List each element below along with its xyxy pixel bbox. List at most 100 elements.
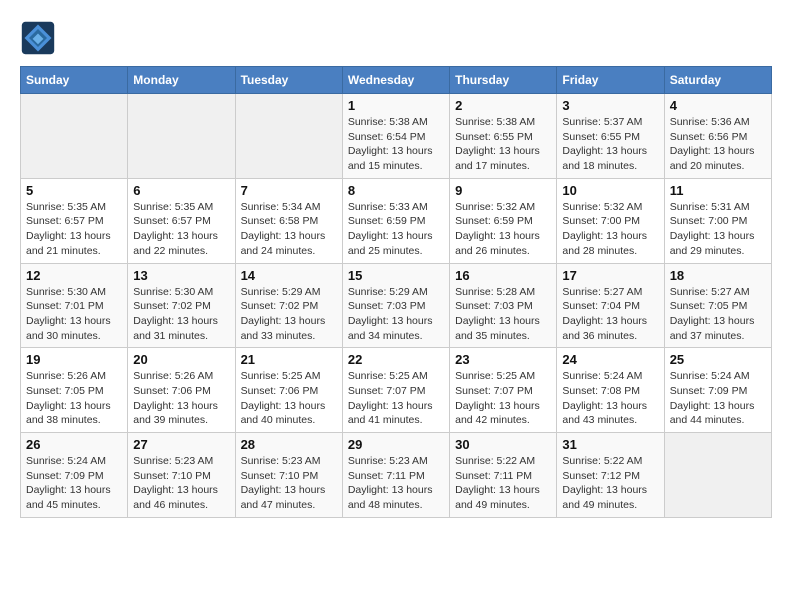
day-cell: 5 Sunrise: 5:35 AM Sunset: 6:57 PM Daylig… <box>21 178 128 263</box>
day-number: 30 <box>455 437 551 452</box>
day-cell: 3 Sunrise: 5:37 AM Sunset: 6:55 PM Daylig… <box>557 94 664 179</box>
day-cell: 11Sunrise: 5:31 AM Sunset: 7:00 PM Dayli… <box>664 178 771 263</box>
day-info: Sunrise: 5:32 AM Sunset: 7:00 PM Dayligh… <box>562 200 658 259</box>
day-cell: 10 Sunrise: 5:32 AM Sunset: 7:00 PM Dayli… <box>557 178 664 263</box>
column-header-sunday: Sunday <box>21 67 128 94</box>
day-cell: 17 Sunrise: 5:27 AM Sunset: 7:04 PM Dayli… <box>557 263 664 348</box>
day-info: Sunrise: 5:25 AM Sunset: 7:06 PM Dayligh… <box>241 369 337 428</box>
day-info: Sunrise: 5:24 AM Sunset: 7:08 PM Dayligh… <box>562 369 658 428</box>
day-cell: 4 Sunrise: 5:36 AM Sunset: 6:56 PM Daylig… <box>664 94 771 179</box>
day-cell: 29 Sunrise: 5:23 AM Sunset: 7:11 PM Dayli… <box>342 433 449 518</box>
day-info: Sunrise: 5:30 AM Sunset: 7:02 PM Dayligh… <box>133 285 229 344</box>
day-number: 1 <box>348 98 444 113</box>
day-number: 28 <box>241 437 337 452</box>
day-cell: 27 Sunrise: 5:23 AM Sunset: 7:10 PM Dayli… <box>128 433 235 518</box>
week-row-1: 1 Sunrise: 5:38 AM Sunset: 6:54 PM Daylig… <box>21 94 772 179</box>
day-number: 5 <box>26 183 122 198</box>
day-cell: 21 Sunrise: 5:25 AM Sunset: 7:06 PM Dayli… <box>235 348 342 433</box>
day-cell: 12 Sunrise: 5:30 AM Sunset: 7:01 PM Dayli… <box>21 263 128 348</box>
day-info: Sunrise: 5:29 AM Sunset: 7:02 PM Dayligh… <box>241 285 337 344</box>
day-number: 18 <box>670 268 766 283</box>
day-info: Sunrise: 5:25 AM Sunset: 7:07 PM Dayligh… <box>348 369 444 428</box>
day-cell: 2 Sunrise: 5:38 AM Sunset: 6:55 PM Daylig… <box>450 94 557 179</box>
week-row-4: 19Sunrise: 5:26 AM Sunset: 7:05 PM Dayli… <box>21 348 772 433</box>
day-info: Sunrise: 5:30 AM Sunset: 7:01 PM Dayligh… <box>26 285 122 344</box>
day-cell: 26 Sunrise: 5:24 AM Sunset: 7:09 PM Dayli… <box>21 433 128 518</box>
day-info: Sunrise: 5:28 AM Sunset: 7:03 PM Dayligh… <box>455 285 551 344</box>
day-cell: 19Sunrise: 5:26 AM Sunset: 7:05 PM Dayli… <box>21 348 128 433</box>
day-cell: 25 Sunrise: 5:24 AM Sunset: 7:09 PM Dayli… <box>664 348 771 433</box>
day-info: Sunrise: 5:26 AM Sunset: 7:06 PM Dayligh… <box>133 369 229 428</box>
day-number: 17 <box>562 268 658 283</box>
day-info: Sunrise: 5:33 AM Sunset: 6:59 PM Dayligh… <box>348 200 444 259</box>
column-header-thursday: Thursday <box>450 67 557 94</box>
day-number: 3 <box>562 98 658 113</box>
calendar-body: 1 Sunrise: 5:38 AM Sunset: 6:54 PM Daylig… <box>21 94 772 518</box>
column-header-monday: Monday <box>128 67 235 94</box>
day-cell: 14Sunrise: 5:29 AM Sunset: 7:02 PM Dayli… <box>235 263 342 348</box>
day-info: Sunrise: 5:32 AM Sunset: 6:59 PM Dayligh… <box>455 200 551 259</box>
day-cell <box>21 94 128 179</box>
day-info: Sunrise: 5:25 AM Sunset: 7:07 PM Dayligh… <box>455 369 551 428</box>
day-cell: 18Sunrise: 5:27 AM Sunset: 7:05 PM Dayli… <box>664 263 771 348</box>
day-info: Sunrise: 5:37 AM Sunset: 6:55 PM Dayligh… <box>562 115 658 174</box>
day-cell: 16 Sunrise: 5:28 AM Sunset: 7:03 PM Dayli… <box>450 263 557 348</box>
day-info: Sunrise: 5:24 AM Sunset: 7:09 PM Dayligh… <box>26 454 122 513</box>
day-number: 27 <box>133 437 229 452</box>
day-info: Sunrise: 5:24 AM Sunset: 7:09 PM Dayligh… <box>670 369 766 428</box>
day-cell: 13 Sunrise: 5:30 AM Sunset: 7:02 PM Dayli… <box>128 263 235 348</box>
day-info: Sunrise: 5:38 AM Sunset: 6:54 PM Dayligh… <box>348 115 444 174</box>
day-info: Sunrise: 5:22 AM Sunset: 7:11 PM Dayligh… <box>455 454 551 513</box>
day-info: Sunrise: 5:27 AM Sunset: 7:04 PM Dayligh… <box>562 285 658 344</box>
day-info: Sunrise: 5:23 AM Sunset: 7:10 PM Dayligh… <box>133 454 229 513</box>
day-number: 25 <box>670 352 766 367</box>
day-number: 16 <box>455 268 551 283</box>
day-cell: 15Sunrise: 5:29 AM Sunset: 7:03 PM Dayli… <box>342 263 449 348</box>
day-info: Sunrise: 5:34 AM Sunset: 6:58 PM Dayligh… <box>241 200 337 259</box>
day-number: 12 <box>26 268 122 283</box>
day-number: 9 <box>455 183 551 198</box>
column-header-friday: Friday <box>557 67 664 94</box>
day-number: 26 <box>26 437 122 452</box>
column-header-saturday: Saturday <box>664 67 771 94</box>
day-cell: 28 Sunrise: 5:23 AM Sunset: 7:10 PM Dayli… <box>235 433 342 518</box>
day-info: Sunrise: 5:23 AM Sunset: 7:11 PM Dayligh… <box>348 454 444 513</box>
calendar-table: SundayMondayTuesdayWednesdayThursdayFrid… <box>20 66 772 518</box>
day-number: 21 <box>241 352 337 367</box>
day-number: 8 <box>348 183 444 198</box>
day-info: Sunrise: 5:36 AM Sunset: 6:56 PM Dayligh… <box>670 115 766 174</box>
day-cell: 7 Sunrise: 5:34 AM Sunset: 6:58 PM Daylig… <box>235 178 342 263</box>
day-number: 15 <box>348 268 444 283</box>
day-info: Sunrise: 5:26 AM Sunset: 7:05 PM Dayligh… <box>26 369 122 428</box>
logo-icon <box>20 20 56 56</box>
day-cell: 9 Sunrise: 5:32 AM Sunset: 6:59 PM Daylig… <box>450 178 557 263</box>
day-number: 20 <box>133 352 229 367</box>
day-cell <box>128 94 235 179</box>
day-info: Sunrise: 5:31 AM Sunset: 7:00 PM Dayligh… <box>670 200 766 259</box>
day-info: Sunrise: 5:38 AM Sunset: 6:55 PM Dayligh… <box>455 115 551 174</box>
day-cell <box>235 94 342 179</box>
day-number: 13 <box>133 268 229 283</box>
day-number: 24 <box>562 352 658 367</box>
day-cell: 22 Sunrise: 5:25 AM Sunset: 7:07 PM Dayli… <box>342 348 449 433</box>
column-header-tuesday: Tuesday <box>235 67 342 94</box>
day-number: 4 <box>670 98 766 113</box>
day-number: 10 <box>562 183 658 198</box>
day-cell: 1 Sunrise: 5:38 AM Sunset: 6:54 PM Daylig… <box>342 94 449 179</box>
day-number: 7 <box>241 183 337 198</box>
day-cell: 31Sunrise: 5:22 AM Sunset: 7:12 PM Dayli… <box>557 433 664 518</box>
day-info: Sunrise: 5:35 AM Sunset: 6:57 PM Dayligh… <box>26 200 122 259</box>
week-row-2: 5 Sunrise: 5:35 AM Sunset: 6:57 PM Daylig… <box>21 178 772 263</box>
day-number: 29 <box>348 437 444 452</box>
day-number: 2 <box>455 98 551 113</box>
day-cell: 8 Sunrise: 5:33 AM Sunset: 6:59 PM Daylig… <box>342 178 449 263</box>
page-header <box>20 20 772 56</box>
day-number: 23 <box>455 352 551 367</box>
day-info: Sunrise: 5:23 AM Sunset: 7:10 PM Dayligh… <box>241 454 337 513</box>
day-cell: 23 Sunrise: 5:25 AM Sunset: 7:07 PM Dayli… <box>450 348 557 433</box>
logo <box>20 20 62 56</box>
header-row: SundayMondayTuesdayWednesdayThursdayFrid… <box>21 67 772 94</box>
day-cell: 30 Sunrise: 5:22 AM Sunset: 7:11 PM Dayli… <box>450 433 557 518</box>
day-number: 22 <box>348 352 444 367</box>
day-cell: 20 Sunrise: 5:26 AM Sunset: 7:06 PM Dayli… <box>128 348 235 433</box>
